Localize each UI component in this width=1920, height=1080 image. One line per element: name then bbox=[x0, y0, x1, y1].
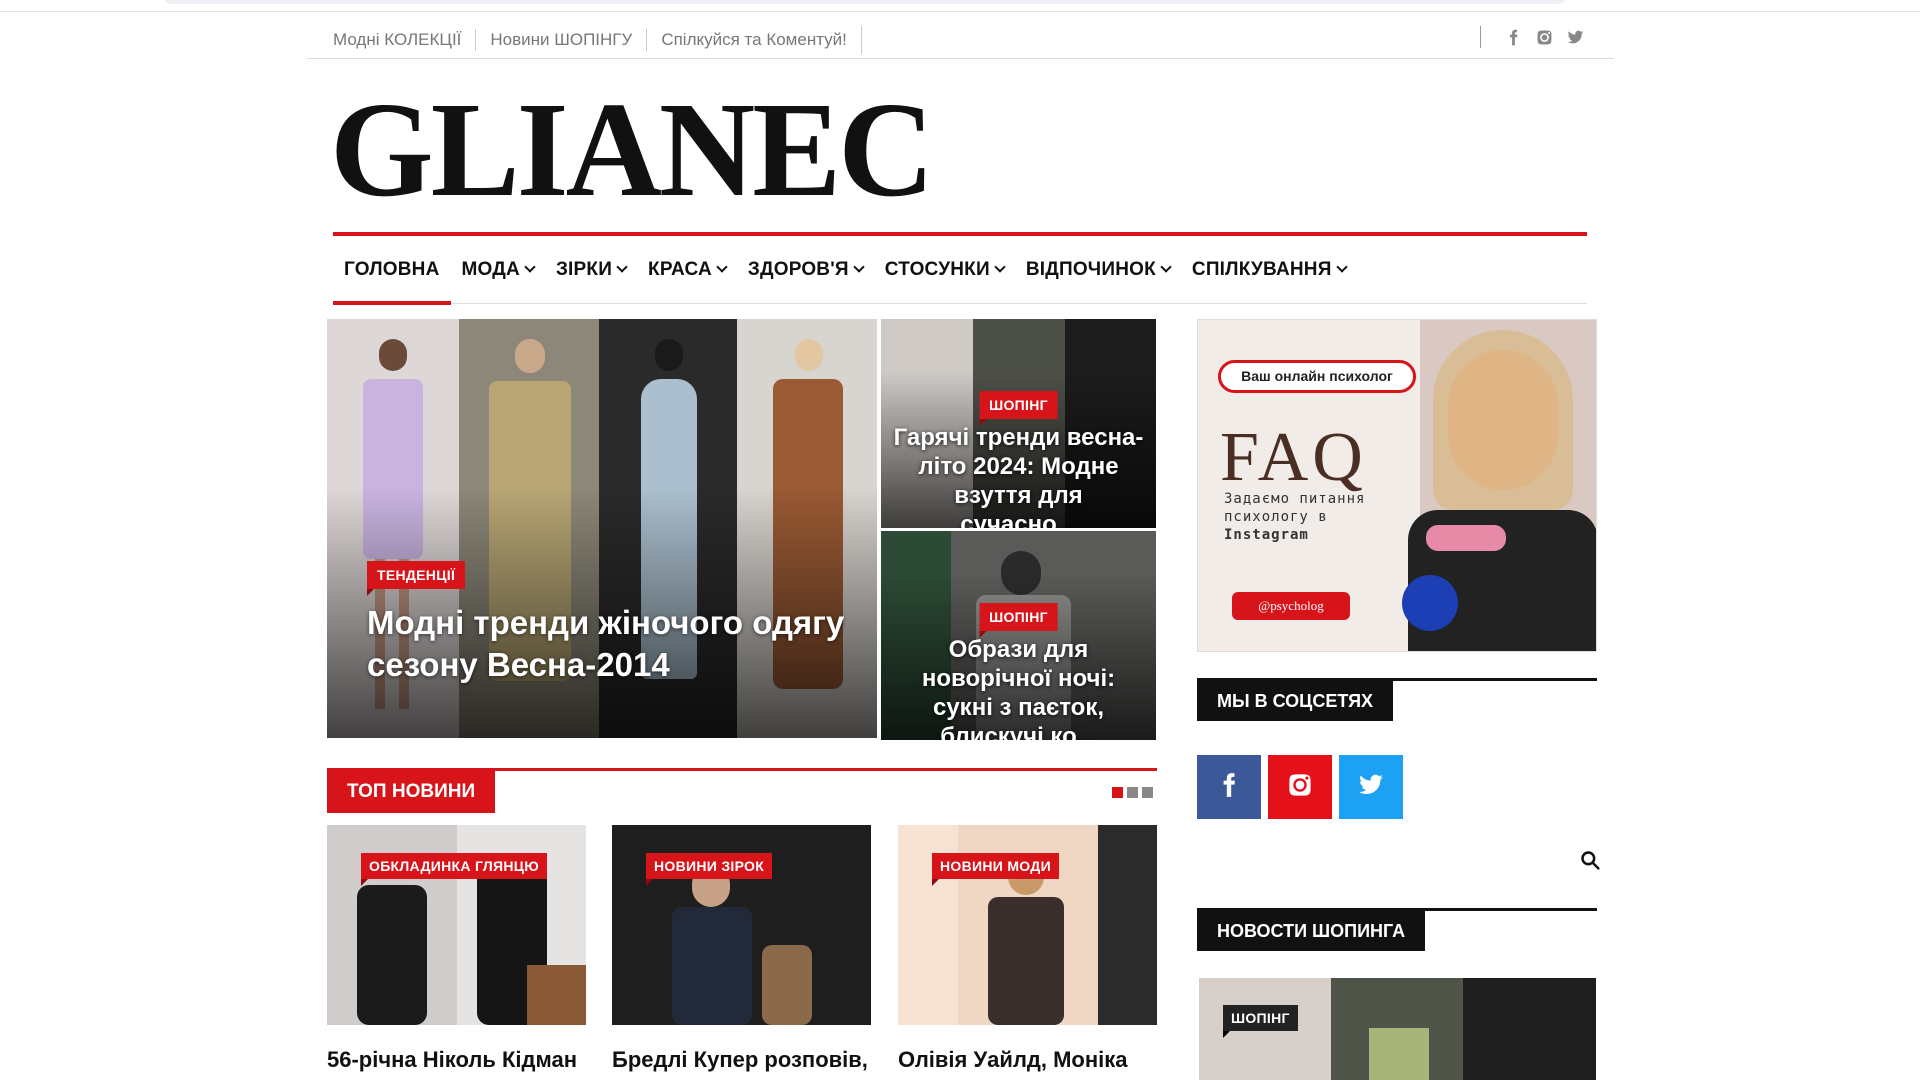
pager-dot[interactable] bbox=[1142, 787, 1153, 798]
news-card[interactable]: НОВИНИ МОДИ Олівія Уайлд, Моніка bbox=[898, 825, 1157, 1072]
top-link-collections[interactable]: Модні КОЛЕКЦІЇ bbox=[333, 29, 475, 51]
ad-pill: Ваш онлайн психолог bbox=[1218, 360, 1416, 393]
nav-item-home[interactable]: ГОЛОВНА bbox=[333, 236, 451, 305]
instagram-icon bbox=[1287, 772, 1313, 803]
sidebar-ad-banner[interactable]: Ваш онлайн психолог FAQ Задаємо питання … bbox=[1197, 319, 1597, 652]
card-title[interactable]: 56-річна Ніколь Кідман bbox=[327, 1047, 617, 1073]
divider bbox=[860, 26, 862, 54]
address-bar-edge bbox=[165, 0, 1565, 4]
ad-handle: @psycholog bbox=[1232, 592, 1350, 620]
top-links: Модні КОЛЕКЦІЇ Новини ШОПІНГУ Спілкуйся … bbox=[333, 26, 862, 54]
pager-dot[interactable] bbox=[1127, 787, 1138, 798]
card-title[interactable]: Олівія Уайлд, Моніка bbox=[898, 1047, 1188, 1073]
ad-faq: FAQ bbox=[1220, 419, 1367, 496]
card-thumbnail[interactable]: НОВИНИ ЗІРОК bbox=[612, 825, 871, 1025]
news-card[interactable]: НОВИНИ ЗІРОК Бредлі Купер розповів, bbox=[612, 825, 871, 1072]
main-nav: ГОЛОВНА МОДА ЗІРКИ КРАСА ЗДОРОВ'Я СТОСУН… bbox=[333, 236, 1587, 305]
category-badge[interactable]: НОВИНИ ЗІРОК bbox=[646, 853, 773, 886]
social-heading-label: МЫ В СОЦСЕТЯХ bbox=[1197, 681, 1394, 721]
photo-panel bbox=[527, 965, 586, 1025]
facebook-icon bbox=[1216, 772, 1242, 803]
top-social bbox=[1480, 26, 1584, 48]
chevron-down-icon bbox=[716, 261, 728, 273]
search-icon[interactable] bbox=[1580, 850, 1600, 870]
card-thumbnail[interactable]: НОВИНИ МОДИ bbox=[898, 825, 1157, 1025]
divider bbox=[1480, 26, 1481, 48]
facebook-icon[interactable] bbox=[1505, 29, 1522, 46]
nav-item-beauty[interactable]: КРАСА bbox=[637, 236, 737, 304]
chevron-down-icon bbox=[994, 261, 1006, 273]
hero-main-title[interactable]: Модні тренди жіночого одягу сезону Весна… bbox=[367, 602, 857, 686]
hero-side-article-bottom[interactable]: ШОПІНГ Образи для новорічної ночі: сукні… bbox=[881, 531, 1156, 740]
category-badge[interactable]: ОБКЛАДИНКА ГЛЯНЦЮ bbox=[361, 853, 547, 886]
category-badge[interactable]: ШОПІНГ bbox=[979, 391, 1058, 426]
ad-subtitle-line: психологу в bbox=[1224, 509, 1328, 525]
category-badge[interactable]: ШОПІНГ bbox=[1223, 1005, 1298, 1038]
nav-item-stars[interactable]: ЗІРКИ bbox=[545, 236, 637, 304]
nav-item-health[interactable]: ЗДОРОВ'Я bbox=[737, 236, 874, 304]
hero-side-bottom-title[interactable]: Образи для новорічної ночі: сукні з паєт… bbox=[893, 635, 1144, 740]
hero-main-article[interactable]: ТЕНДЕНЦІЇ Модні тренди жіночого одягу се… bbox=[327, 319, 877, 738]
instagram-icon[interactable] bbox=[1536, 29, 1553, 46]
model-figure bbox=[357, 885, 427, 1025]
social-heading: МЫ В СОЦСЕТЯХ bbox=[1197, 678, 1597, 721]
hero-side-article-top[interactable]: ШОПІНГ Гарячі тренди весна-літо 2024: Мо… bbox=[881, 319, 1156, 528]
chevron-down-icon bbox=[1335, 261, 1348, 273]
chevron-down-icon bbox=[853, 261, 865, 273]
model-figure bbox=[988, 897, 1064, 1025]
model-figure bbox=[672, 907, 752, 1025]
sweater-pattern bbox=[1426, 525, 1506, 551]
news-card[interactable]: ОБКЛАДИНКА ГЛЯНЦЮ 56-річна Ніколь Кідман bbox=[327, 825, 586, 1072]
category-badge[interactable]: НОВИНИ МОДИ bbox=[932, 853, 1059, 886]
slider-pager bbox=[1112, 787, 1153, 798]
top-utility-bar: Модні КОЛЕКЦІЇ Новини ШОПІНГУ Спілкуйся … bbox=[307, 14, 1614, 59]
facebook-button[interactable] bbox=[1197, 755, 1261, 819]
twitter-button[interactable] bbox=[1339, 755, 1403, 819]
photo-panel bbox=[1369, 1028, 1429, 1080]
model-figure bbox=[762, 945, 812, 1025]
hero-side-top-title[interactable]: Гарячі тренди весна-літо 2024: Модне взу… bbox=[893, 423, 1144, 528]
ad-subtitle: Задаємо питання психологу в Instagram bbox=[1224, 490, 1365, 544]
nav-item-communication[interactable]: СПІЛКУВАННЯ bbox=[1181, 236, 1357, 304]
browser-chrome-strip bbox=[0, 0, 1920, 12]
card-thumbnail[interactable]: ОБКЛАДИНКА ГЛЯНЦЮ bbox=[327, 825, 586, 1025]
chevron-down-icon bbox=[524, 261, 536, 273]
shopping-thumbnail[interactable]: ШОПІНГ bbox=[1199, 978, 1596, 1080]
sweater-pattern bbox=[1402, 575, 1458, 631]
top-link-shopping-news[interactable]: Новини ШОПІНГУ bbox=[475, 29, 646, 51]
chevron-down-icon bbox=[616, 261, 628, 273]
photo-panel bbox=[1098, 825, 1157, 1025]
chevron-down-icon bbox=[1160, 261, 1172, 273]
photo-panel bbox=[1463, 978, 1596, 1080]
top-link-comment[interactable]: Спілкуйся та Коментуй! bbox=[646, 29, 861, 51]
site-logo[interactable]: GLIANEC bbox=[330, 80, 934, 220]
nav-item-fashion[interactable]: МОДА bbox=[451, 236, 545, 304]
person-hair bbox=[1433, 330, 1573, 510]
ad-subtitle-bold: Instagram bbox=[1224, 527, 1309, 543]
shopping-heading-label: НОВОСТИ ШОПИНГА bbox=[1197, 911, 1426, 951]
nav-item-relations[interactable]: СТОСУНКИ bbox=[874, 236, 1015, 304]
twitter-icon bbox=[1358, 772, 1384, 803]
top-news-header: ТОП НОВИНИ bbox=[327, 768, 1157, 814]
card-title[interactable]: Бредлі Купер розповів, bbox=[612, 1047, 902, 1073]
twitter-icon[interactable] bbox=[1567, 29, 1584, 46]
section-title: ТОП НОВИНИ bbox=[327, 771, 496, 813]
category-badge[interactable]: ТЕНДЕНЦІЇ bbox=[367, 561, 466, 596]
nav-item-leisure[interactable]: ВІДПОЧИНОК bbox=[1015, 236, 1181, 304]
ad-subtitle-line: Задаємо питання bbox=[1224, 491, 1366, 507]
pager-dot[interactable] bbox=[1112, 787, 1123, 798]
category-badge[interactable]: ШОПІНГ bbox=[979, 603, 1058, 638]
shopping-heading: НОВОСТИ ШОПИНГА bbox=[1197, 908, 1597, 951]
instagram-button[interactable] bbox=[1268, 755, 1332, 819]
